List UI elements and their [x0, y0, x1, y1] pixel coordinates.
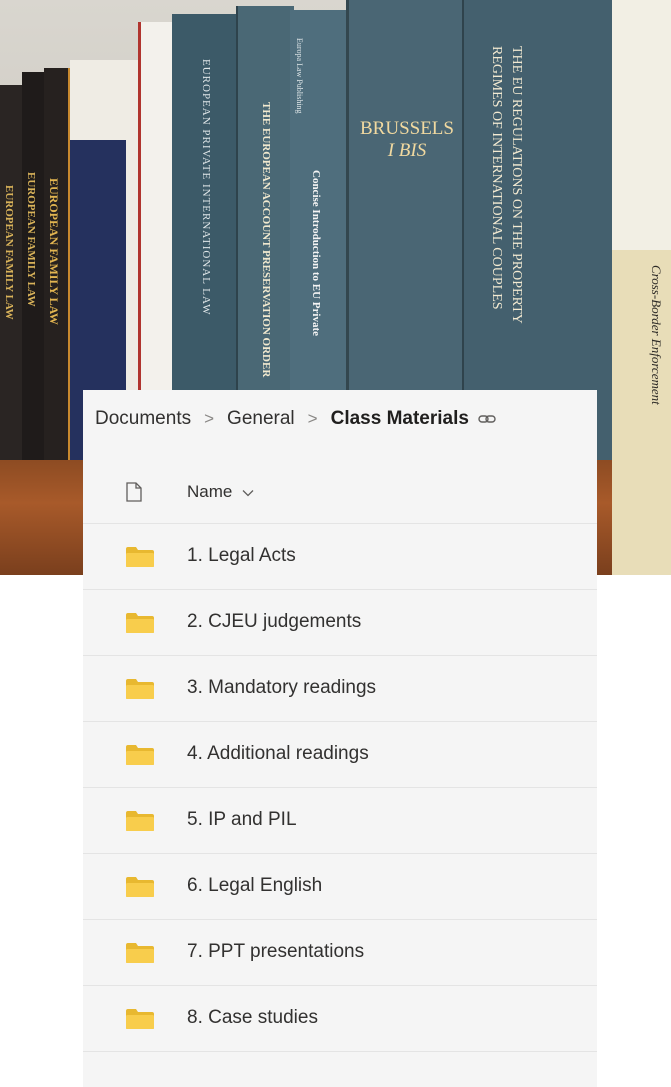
folder-icon: [126, 745, 154, 765]
chevron-right-icon: >: [204, 409, 215, 428]
list-item[interactable]: 2. CJEU judgements: [83, 590, 597, 656]
folder-icon: [126, 943, 154, 963]
chevron-right-icon: >: [307, 409, 318, 428]
breadcrumb-documents[interactable]: Documents: [95, 408, 191, 430]
list-header-row: Name: [83, 460, 597, 524]
book-european-family-law-1: EUROPEAN FAMILY LAW: [0, 85, 22, 460]
name-column-header[interactable]: Name: [187, 482, 254, 502]
file-icon: [126, 482, 142, 502]
book-spine-title: EUROPEAN FAMILY LAW: [25, 172, 37, 307]
list-item[interactable]: 6. Legal English: [83, 854, 597, 920]
book-spine-title: EUROPEAN PRIVATE INTERNATIONAL LAW: [200, 59, 212, 316]
folder-icon: [126, 547, 154, 567]
book-spine-title: THE EU REGULATIONS ON THE PROPERTY REGIM…: [489, 46, 524, 324]
list-item[interactable]: 5. IP and PIL: [83, 788, 597, 854]
book-european-family-law-2: EUROPEAN FAMILY LAW: [22, 72, 44, 460]
folder-name: 4. Additional readings: [187, 743, 369, 764]
book-spine-title: EUROPEAN FAMILY LAW: [3, 185, 15, 320]
folder-icon: [126, 679, 154, 699]
name-column-label: Name: [187, 482, 233, 501]
book-spine-title: EUROPEAN FAMILY LAW: [47, 178, 61, 325]
folder-name: 1. Legal Acts: [187, 545, 296, 566]
breadcrumb: Documents > General > Class Materials: [83, 390, 597, 448]
folder-name: 6. Legal English: [187, 875, 323, 896]
list-item[interactable]: 7. PPT presentations: [83, 920, 597, 986]
folder-name: 3. Mandatory readings: [187, 677, 377, 698]
list-item[interactable]: 4. Additional readings: [83, 722, 597, 788]
folder-icon: [126, 877, 154, 897]
folder-name: 5. IP and PIL: [187, 809, 297, 830]
chevron-down-icon: [242, 489, 254, 496]
book-spine-title: Cross-Border Enforcement: [649, 265, 664, 405]
book-title-line-2: I BIS: [387, 140, 427, 161]
book-spine-title: THE EUROPEAN ACCOUNT PRESERVATION ORDER: [260, 102, 272, 378]
list-item[interactable]: 3. Mandatory readings: [83, 656, 597, 722]
book-european-family-law-3: EUROPEAN FAMILY LAW: [44, 68, 70, 460]
book-spine-title: Concise Introduction to EU Private: [310, 170, 322, 337]
folder-name: 8. Case studies: [187, 1007, 318, 1028]
folder-icon: [126, 613, 154, 633]
book-spine-publisher: Europa Law Publishing: [295, 38, 304, 114]
breadcrumb-general[interactable]: General: [227, 408, 295, 430]
folder-icon: [126, 811, 154, 831]
book-title-line-1: BRUSSELS: [360, 118, 454, 139]
book-cover-title: BRUSSELS I BIS: [357, 118, 457, 162]
breadcrumb-current-folder: Class Materials: [330, 408, 469, 429]
link-icon[interactable]: [478, 410, 496, 428]
list-item[interactable]: 8. Case studies: [83, 986, 597, 1052]
folder-name: 2. CJEU judgements: [187, 611, 362, 632]
folder-name: 7. PPT presentations: [187, 941, 365, 962]
file-list-panel: Documents > General > Class Materials Na…: [83, 390, 597, 1087]
list-item[interactable]: 1. Legal Acts: [83, 524, 597, 590]
book-cross-border-enforcement: Cross-Border Enforcement: [612, 0, 671, 575]
folder-icon: [126, 1009, 154, 1029]
